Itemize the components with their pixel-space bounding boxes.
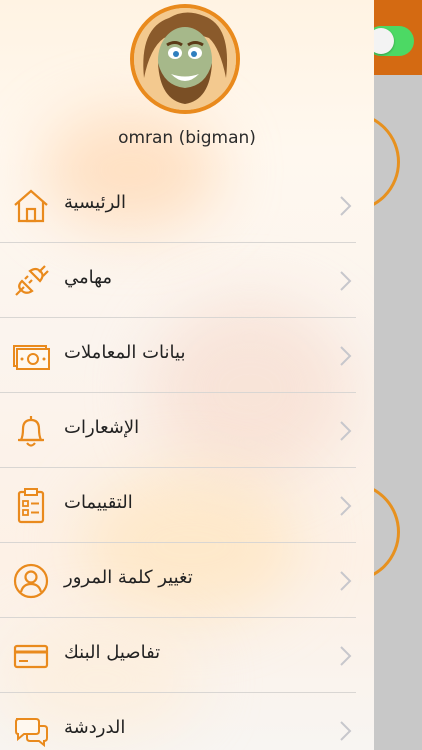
menu-item-notifications[interactable]: الإشعارات bbox=[0, 393, 374, 468]
credit-card-icon bbox=[13, 644, 49, 669]
menu-item-change-password[interactable]: تغيير كلمة المرور bbox=[0, 543, 374, 618]
chevron-right-icon bbox=[340, 346, 352, 366]
menu-item-my-tasks[interactable]: مهامي bbox=[0, 243, 374, 318]
user-name: omran (bigman) bbox=[118, 128, 256, 148]
side-drawer: omran (bigman) الرئيسية مهامي بيانات الم… bbox=[0, 0, 374, 750]
menu-item-label: بيانات المعاملات bbox=[64, 342, 186, 363]
chevron-right-icon bbox=[340, 421, 352, 441]
menu-item-home[interactable]: الرئيسية bbox=[0, 168, 374, 243]
money-icon bbox=[13, 345, 50, 370]
home-icon bbox=[14, 189, 48, 223]
menu-item-chat[interactable]: الدردشة bbox=[0, 693, 374, 750]
plug-icon bbox=[15, 265, 49, 296]
menu-item-label: مهامي bbox=[64, 267, 113, 288]
chevron-right-icon bbox=[340, 646, 352, 666]
user-icon bbox=[13, 563, 49, 599]
drawer-menu: الرئيسية مهامي بيانات المعاملات الإشعارا… bbox=[0, 168, 374, 750]
menu-item-ratings[interactable]: التقييمات bbox=[0, 468, 374, 543]
menu-item-transactions[interactable]: بيانات المعاملات bbox=[0, 318, 374, 393]
chevron-right-icon bbox=[340, 721, 352, 741]
menu-item-label: تغيير كلمة المرور bbox=[64, 567, 193, 588]
menu-item-label: الإشعارات bbox=[64, 417, 140, 438]
chevron-right-icon bbox=[340, 571, 352, 591]
chevron-right-icon bbox=[340, 196, 352, 216]
menu-item-label: الرئيسية bbox=[64, 192, 126, 213]
menu-item-label: تفاصيل البنك bbox=[64, 642, 161, 663]
avatar[interactable] bbox=[130, 4, 240, 114]
chevron-right-icon bbox=[340, 271, 352, 291]
chat-icon bbox=[15, 718, 48, 748]
menu-item-label: الدردشة bbox=[64, 717, 126, 738]
menu-item-label: التقييمات bbox=[64, 492, 133, 513]
chevron-right-icon bbox=[340, 496, 352, 516]
clipboard-icon bbox=[17, 488, 45, 524]
menu-item-bank-details[interactable]: تفاصيل البنك bbox=[0, 618, 374, 693]
bell-icon bbox=[18, 416, 44, 447]
